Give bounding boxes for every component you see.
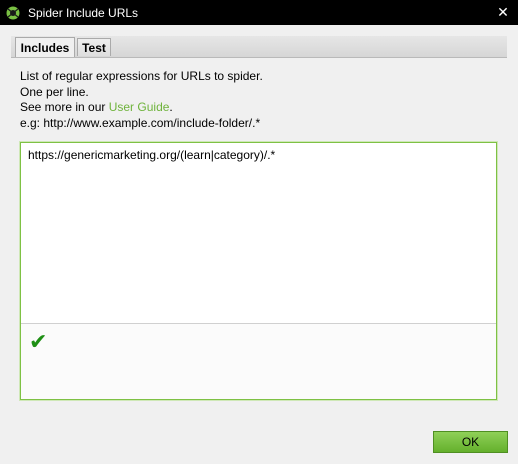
tab-strip: Includes Test: [11, 36, 507, 58]
description-line: One per line.: [20, 84, 89, 99]
description-line: See more in our User Guide.: [20, 100, 263, 116]
window-title: Spider Include URLs: [28, 5, 139, 20]
description-line: List of regular expressions for URLs to …: [20, 69, 263, 83]
spider-logo-icon: [5, 5, 21, 21]
regex-value[interactable]: https://genericmarketing.org/(learn|cate…: [28, 148, 275, 162]
tab-test[interactable]: Test: [77, 38, 111, 56]
includes-panel: List of regular expressions for URLs to …: [11, 58, 507, 418]
user-guide-link[interactable]: User Guide: [109, 100, 170, 114]
title-bar: Spider Include URLs ✕: [0, 0, 518, 25]
regex-editor[interactable]: https://genericmarketing.org/(learn|cate…: [20, 142, 497, 400]
checkmark-icon: ✔: [29, 330, 48, 355]
description-text: .: [169, 100, 173, 114]
example-line: e.g: http://www.example.com/include-fold…: [20, 115, 261, 130]
description-text: See more in our: [20, 100, 109, 114]
validation-area: ✔: [21, 324, 496, 399]
description: List of regular expressions for URLs to …: [20, 69, 263, 131]
close-icon[interactable]: ✕: [494, 3, 512, 21]
tab-includes[interactable]: Includes: [15, 37, 75, 57]
ok-button[interactable]: OK: [433, 431, 508, 453]
